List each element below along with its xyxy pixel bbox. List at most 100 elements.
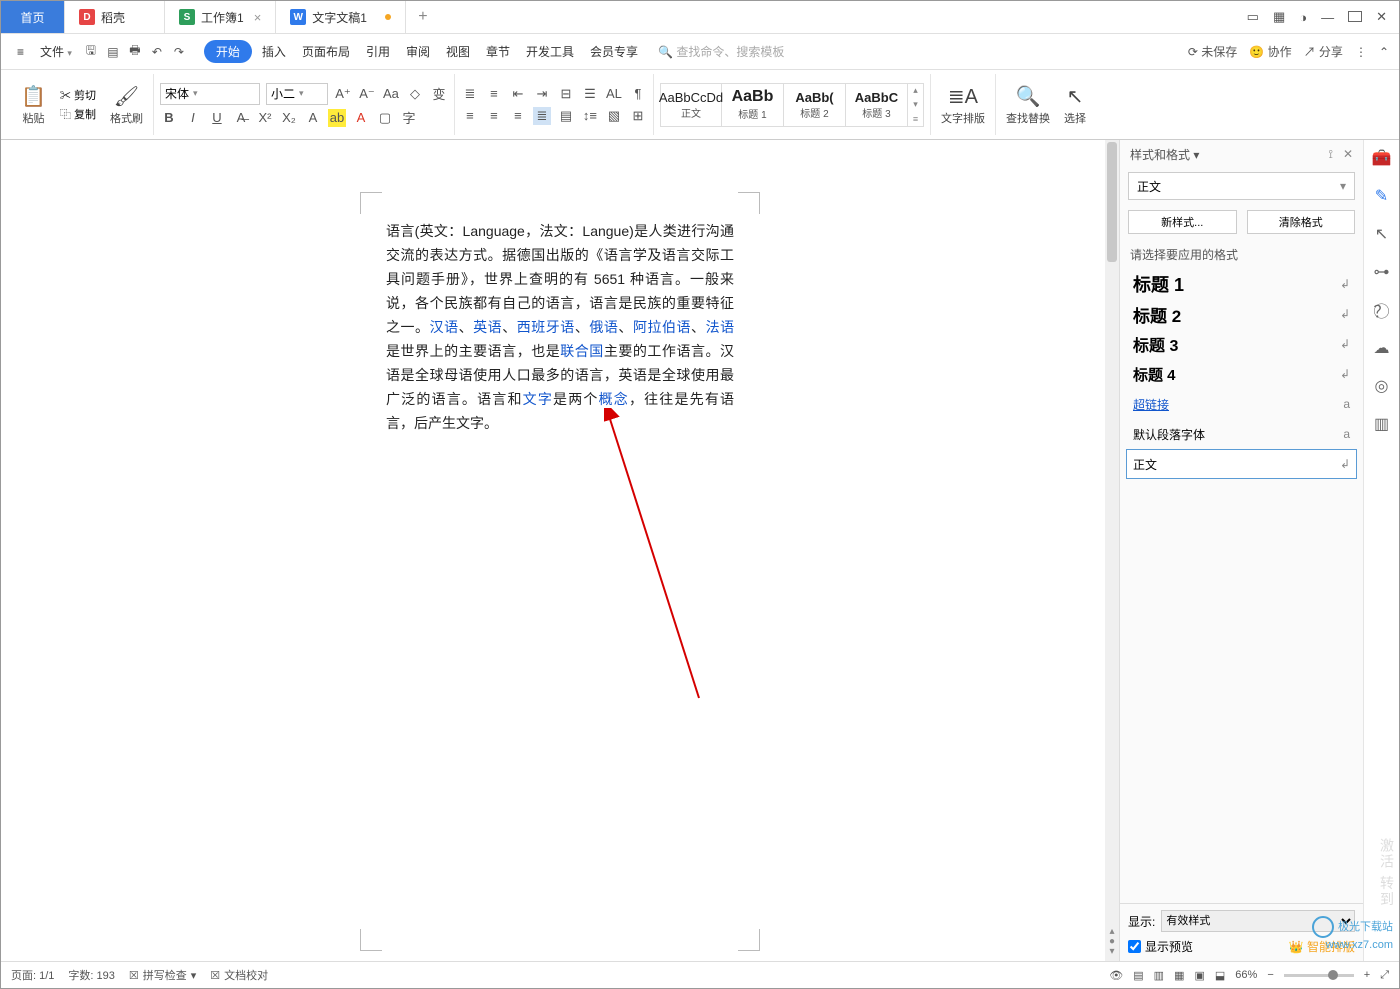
menu-member[interactable]: 会员专享 — [584, 40, 644, 63]
style-heading3[interactable]: AaBbC标题 3 — [846, 83, 908, 127]
avatar-icon[interactable]: ◑ — [1299, 10, 1307, 25]
coop-button[interactable]: 🙂 协作 — [1249, 43, 1291, 60]
hyperlink[interactable]: 概念 — [599, 391, 629, 407]
style-scroll-up-icon[interactable]: ▴ — [913, 85, 918, 96]
share-button[interactable]: ↗ 分享 — [1304, 43, 1343, 60]
menu-insert[interactable]: 插入 — [256, 40, 292, 63]
hyperlink[interactable]: 阿拉伯语 — [633, 319, 691, 335]
char-border-icon[interactable]: ▢ — [376, 109, 394, 127]
new-tab-button[interactable]: + — [406, 1, 440, 33]
bullet-list-icon[interactable]: ≣ — [461, 85, 479, 103]
copy-button[interactable]: ⿻ 复制 — [60, 106, 96, 122]
decrease-indent-icon[interactable]: ⇤ — [509, 85, 527, 103]
bold-icon[interactable]: B — [160, 109, 178, 127]
zoom-slider[interactable] — [1284, 974, 1354, 977]
style-item-heading4[interactable]: 标题 4↲ — [1126, 359, 1357, 389]
fit-width-icon[interactable]: ⬓ — [1215, 969, 1225, 982]
style-item-heading1[interactable]: 标题 1↲ — [1126, 269, 1357, 299]
view-print-icon[interactable]: ▤ — [1133, 969, 1143, 982]
redo-icon[interactable]: ↷ — [170, 43, 188, 61]
pin-icon[interactable]: ⟟ — [1328, 147, 1332, 162]
strikethrough-icon[interactable]: A̶ — [232, 109, 250, 127]
zoom-out-icon[interactable]: − — [1267, 969, 1273, 981]
view-outline-icon[interactable]: ▥ — [1154, 969, 1164, 982]
menu-start[interactable]: 开始 — [204, 40, 252, 63]
change-case-icon[interactable]: Aa — [382, 85, 400, 103]
menu-dev[interactable]: 开发工具 — [520, 40, 580, 63]
font-color-icon[interactable]: A — [352, 109, 370, 127]
style-scroll-down-icon[interactable]: ▾ — [913, 99, 918, 110]
minimize-button[interactable]: — — [1321, 10, 1334, 25]
app-grid-icon[interactable]: ▭ — [1247, 9, 1259, 25]
target-icon[interactable]: ◎ — [1372, 376, 1392, 396]
clear-format-icon[interactable]: ◇ — [406, 85, 424, 103]
print-preview-icon[interactable]: ▤ — [104, 43, 122, 61]
command-search[interactable]: 🔍 查找命令、搜索模板 — [648, 43, 784, 60]
save-icon[interactable]: 🖫 — [82, 43, 100, 61]
menu-chapter[interactable]: 章节 — [480, 40, 516, 63]
underline-icon[interactable]: U — [208, 109, 226, 127]
style-gallery[interactable]: AaBbCcDd正文 AaBb标题 1 AaBb(标题 2 AaBbC标题 3 … — [660, 83, 924, 127]
font-size-select[interactable]: 小二▾ — [266, 83, 328, 105]
tab-workbook[interactable]: S工作簿1× — [165, 1, 276, 33]
format-brush-button[interactable]: 🖌格式刷 — [106, 84, 147, 126]
font-effect-icon[interactable]: A — [304, 109, 322, 127]
close-panel-icon[interactable]: ✕ — [1343, 147, 1353, 162]
cloud-icon[interactable]: ☁ — [1372, 338, 1392, 358]
tab-icon[interactable]: ⊟ — [557, 85, 575, 103]
shading-icon[interactable]: ▧ — [605, 107, 623, 125]
align-center-icon[interactable]: ≡ — [485, 107, 503, 125]
find-replace-button[interactable]: 🔍查找替换 — [1002, 84, 1054, 126]
settings-link-icon[interactable]: ⊶ — [1372, 262, 1392, 282]
help-icon[interactable]: ？⃝ — [1372, 300, 1392, 320]
more-icon[interactable]: ⋮ — [1355, 45, 1367, 59]
fullscreen-icon[interactable]: ⤢ — [1380, 969, 1389, 982]
show-preview-checkbox[interactable]: 显示预览 — [1128, 938, 1193, 955]
tab-document-active[interactable]: W文字文稿1 — [276, 1, 406, 33]
collapse-ribbon-icon[interactable]: ⌃ — [1379, 45, 1389, 59]
style-heading2[interactable]: AaBb(标题 2 — [784, 83, 846, 127]
italic-icon[interactable]: I — [184, 109, 202, 127]
select-button[interactable]: ↖选择 — [1060, 84, 1090, 126]
phonetic-guide-icon[interactable]: 变 — [430, 85, 448, 103]
style-item-hyperlink[interactable]: 超链接a — [1126, 389, 1357, 419]
text-typeset-button[interactable]: ≣A文字排版 — [937, 84, 989, 126]
style-item-default-font[interactable]: 默认段落字体a — [1126, 419, 1357, 449]
toolbox-icon[interactable]: 🧰 — [1372, 148, 1392, 168]
menu-reference[interactable]: 引用 — [360, 40, 396, 63]
style-expand-icon[interactable]: ≡ — [913, 114, 918, 124]
hyperlink[interactable]: 西班牙语 — [517, 319, 575, 335]
font-name-select[interactable]: 宋体▾ — [160, 83, 260, 105]
hyperlink[interactable]: 俄语 — [589, 319, 618, 335]
close-button[interactable]: ✕ — [1376, 9, 1387, 25]
paste-button[interactable]: 📋粘贴 — [17, 84, 50, 126]
vertical-scrollbar[interactable]: ▴●▾ — [1105, 140, 1119, 961]
number-list-icon[interactable]: ≡ — [485, 85, 503, 103]
spellcheck-toggle[interactable]: ☒ 拼写检查 ▾ — [129, 967, 196, 983]
menu-review[interactable]: 审阅 — [400, 40, 436, 63]
scrollbar-thumb[interactable] — [1107, 142, 1117, 262]
tab-daoke[interactable]: D稻壳 — [65, 1, 165, 33]
styles-icon[interactable]: ✎ — [1372, 186, 1392, 206]
increase-indent-icon[interactable]: ⇥ — [533, 85, 551, 103]
undo-icon[interactable]: ↶ — [148, 43, 166, 61]
select-tool-icon[interactable]: ↖ — [1372, 224, 1392, 244]
apps-icon[interactable]: ▦ — [1273, 9, 1285, 25]
shrink-font-icon[interactable]: A⁻ — [358, 85, 376, 103]
style-heading1[interactable]: AaBb标题 1 — [722, 83, 784, 127]
align-justify-icon[interactable]: ≣ — [533, 107, 551, 125]
word-count[interactable]: 字数: 193 — [68, 967, 114, 983]
page-indicator[interactable]: 页面: 1/1 — [11, 967, 54, 983]
superscript-icon[interactable]: X² — [256, 109, 274, 127]
print-icon[interactable]: 🖶 — [126, 43, 144, 61]
unsaved-indicator[interactable]: ⟳ 未保存 — [1188, 43, 1237, 60]
align-distribute-icon[interactable]: AL — [605, 85, 623, 103]
sort-icon[interactable]: ☰ — [581, 85, 599, 103]
close-icon[interactable]: × — [254, 10, 262, 25]
align-distributed-icon[interactable]: ▤ — [557, 107, 575, 125]
zoom-value[interactable]: 66% — [1235, 969, 1257, 981]
menu-hamburger-icon[interactable]: ≡ — [11, 42, 30, 62]
zoom-in-icon[interactable]: + — [1364, 969, 1370, 981]
hyperlink[interactable]: 文字 — [523, 391, 553, 407]
document-paragraph[interactable]: 语言(英文：Language，法文：Langue)是人类进行沟通交流的表达方式。… — [386, 220, 734, 436]
